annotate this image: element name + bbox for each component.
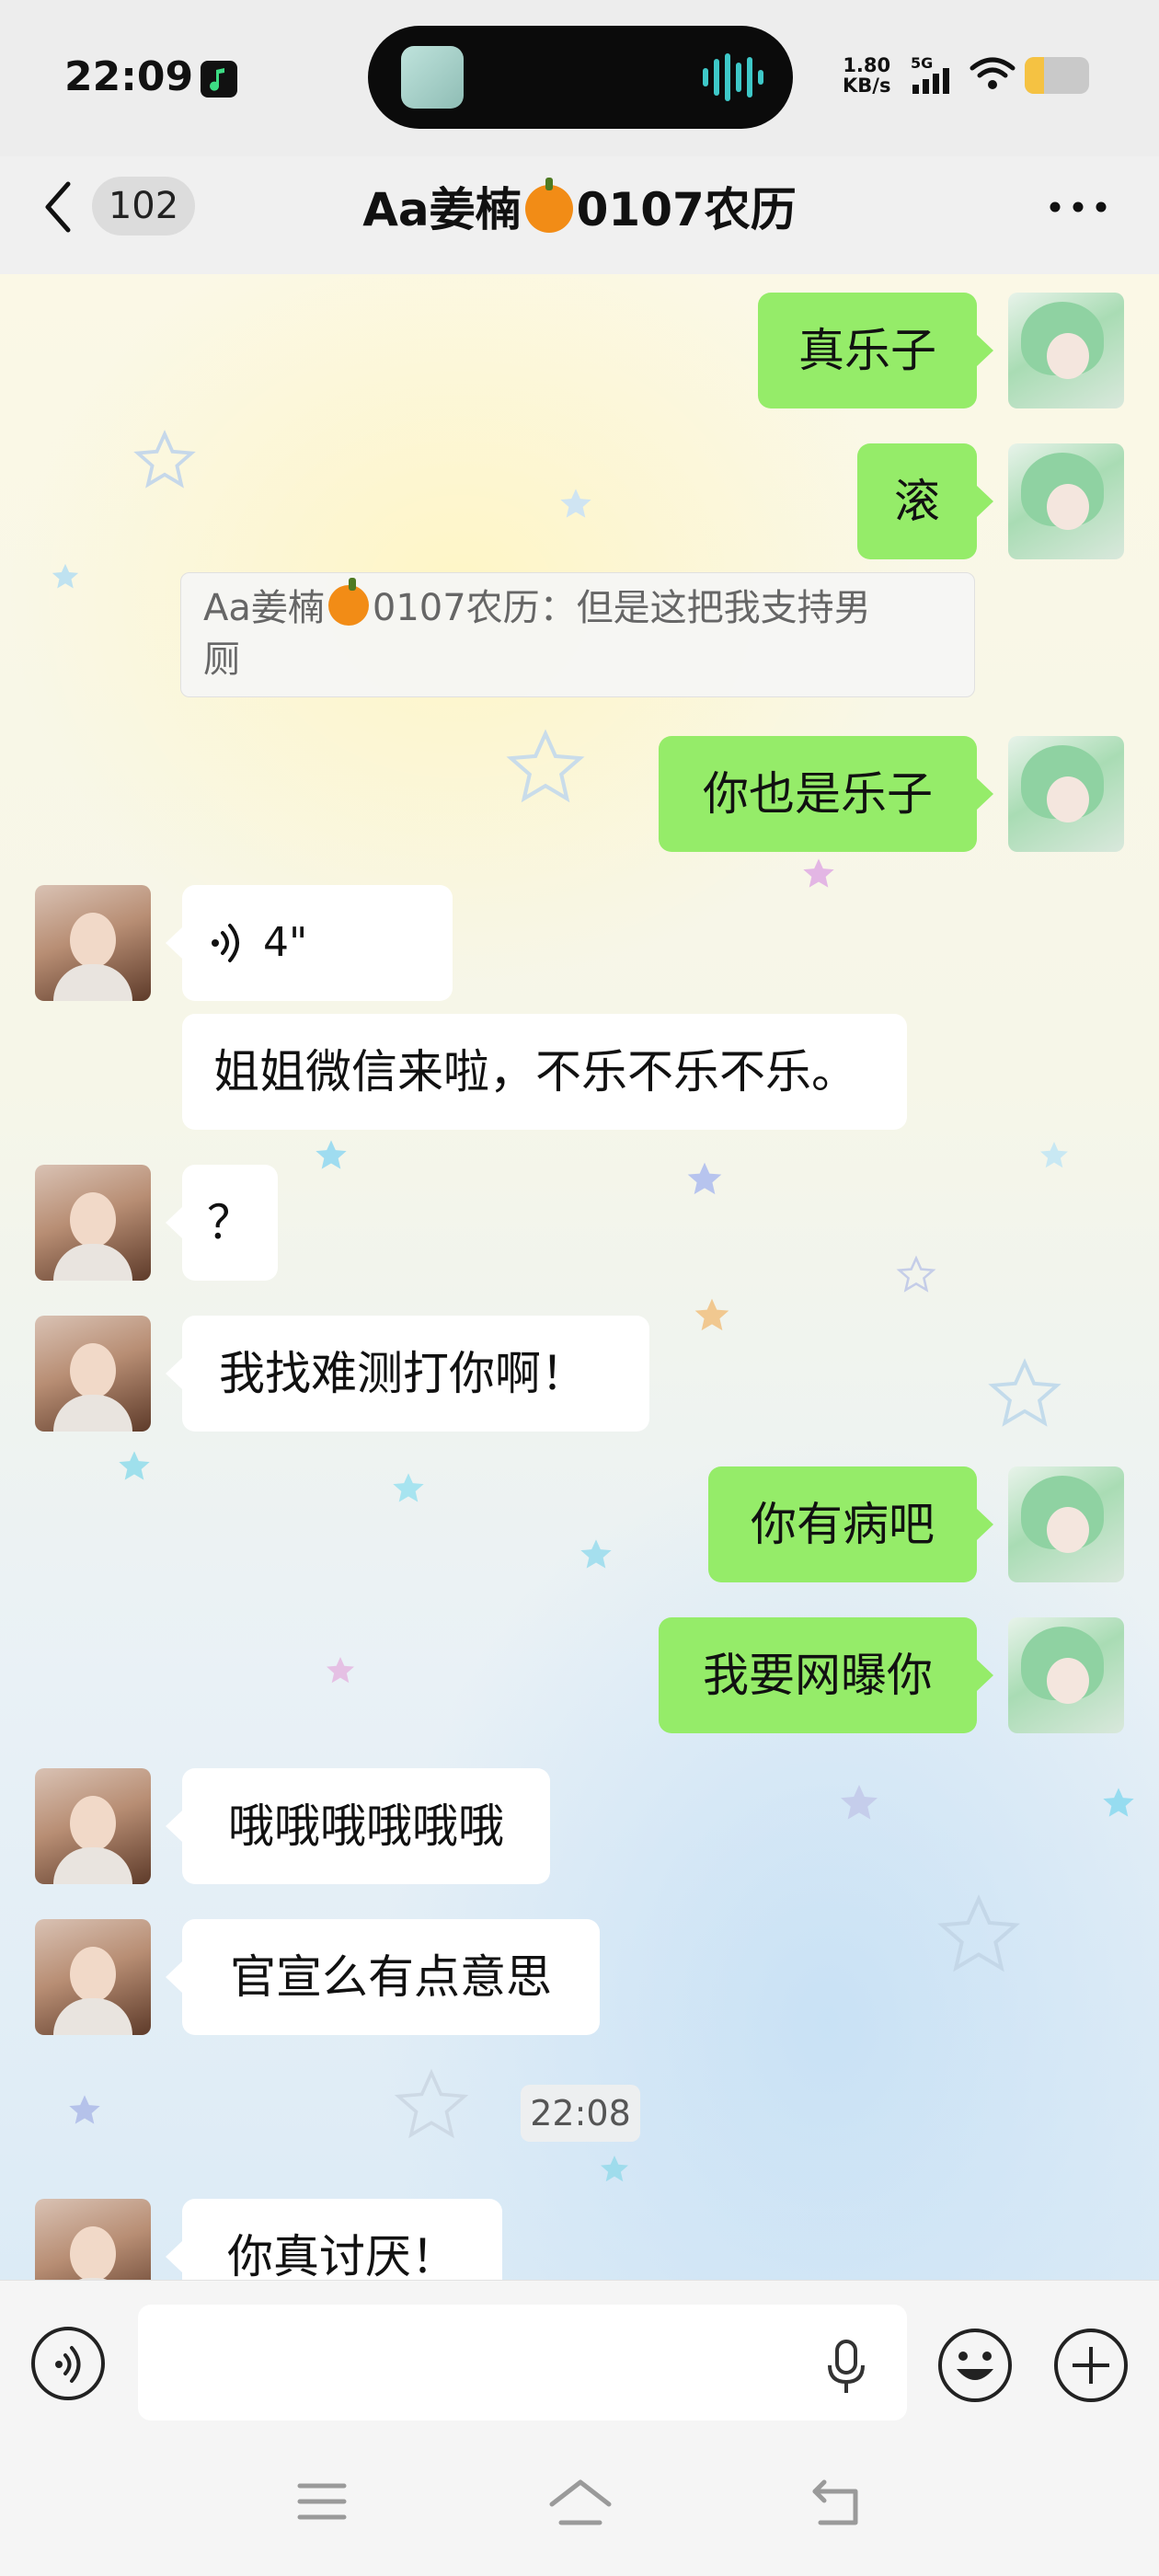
message-bubble-incoming[interactable]: ？: [166, 1165, 278, 1281]
star-decoration-icon: [601, 2156, 628, 2182]
wifi-icon: [970, 57, 1016, 89]
contact-avatar[interactable]: [35, 1768, 151, 1884]
star-decoration-icon: [896, 1255, 936, 1293]
my-avatar[interactable]: [1008, 1617, 1124, 1733]
star-decoration-icon: [119, 1451, 150, 1480]
menu-icon[interactable]: [296, 2478, 348, 2524]
star-decoration-icon: [937, 1894, 1020, 1972]
battery-icon: [1025, 57, 1089, 94]
star-decoration-icon: [694, 1298, 729, 1331]
star-decoration-icon: [393, 1473, 424, 1502]
message-bubble-outgoing[interactable]: 你也是乐子: [659, 736, 993, 852]
pumpkin-icon: [524, 178, 573, 233]
voice-icon: [55, 2346, 81, 2383]
message-bubble-incoming[interactable]: 哦哦哦哦哦哦: [166, 1768, 550, 1884]
audio-wave-icon: [703, 53, 763, 101]
contact-avatar[interactable]: [35, 885, 151, 1001]
star-decoration-icon: [988, 1358, 1061, 1427]
message-bubble-outgoing[interactable]: 滚: [857, 443, 993, 559]
star-decoration-icon: [803, 858, 834, 888]
media-thumbnail: [401, 46, 464, 109]
star-decoration-icon: [1040, 1142, 1068, 1168]
contact-avatar[interactable]: [35, 1919, 151, 2035]
message-input[interactable]: [138, 2305, 907, 2421]
star-decoration-icon: [560, 489, 591, 518]
status-bar: 22:09 1.80 KB/s 5G 102 Aa姜楠 0107农历: [0, 0, 1159, 236]
chat-title: Aa姜楠 0107农历: [362, 178, 797, 236]
star-decoration-icon: [316, 1140, 347, 1169]
voice-duration: 4": [263, 919, 308, 966]
music-app-icon: [201, 61, 237, 98]
message-bubble-outgoing[interactable]: 真乐子: [758, 293, 993, 408]
message-bubble-incoming[interactable]: 我找难测打你啊！: [166, 1316, 649, 1432]
star-decoration-icon: [580, 1539, 612, 1569]
voice-message-bubble[interactable]: 4": [166, 885, 453, 1001]
star-decoration-icon: [687, 1162, 722, 1195]
star-decoration-icon: [133, 430, 196, 489]
status-time: 22:09: [64, 53, 194, 100]
emoji-button[interactable]: [936, 2327, 1014, 2404]
svg-text:5G: 5G: [911, 54, 933, 72]
cellular-signal-icon: 5G: [911, 54, 949, 94]
back-nav-icon[interactable]: [811, 2478, 866, 2528]
message-bubble-outgoing[interactable]: 我要网曝你: [659, 1617, 993, 1733]
contact-avatar[interactable]: [35, 1316, 151, 1432]
star-decoration-icon: [394, 2068, 469, 2139]
home-icon[interactable]: [548, 2478, 613, 2528]
my-avatar[interactable]: [1008, 1466, 1124, 1582]
quoted-message[interactable]: Aa姜楠 0107农历：但是这把我支持男 厕: [180, 572, 975, 697]
pumpkin-icon: [327, 578, 369, 626]
more-functions-plus-button[interactable]: [1052, 2327, 1130, 2404]
microphone-icon[interactable]: [826, 2340, 866, 2395]
star-decoration-icon: [506, 729, 585, 803]
dynamic-island[interactable]: [368, 26, 793, 129]
contact-avatar[interactable]: [35, 1165, 151, 1281]
battery-level: [1025, 57, 1044, 94]
my-avatar[interactable]: [1008, 736, 1124, 852]
message-bubble-incoming[interactable]: 你真讨厌！: [166, 2199, 502, 2280]
message-bubble-incoming[interactable]: 官宣么有点意思: [166, 1919, 600, 2035]
voice-input-button[interactable]: [31, 2327, 105, 2400]
input-bar: [0, 2280, 1159, 2428]
star-decoration-icon: [1103, 1788, 1134, 1817]
message-timestamp: 22:08: [521, 2085, 640, 2142]
system-navigation-bar: [0, 2427, 1159, 2576]
contact-avatar[interactable]: [35, 2199, 151, 2280]
star-decoration-icon: [841, 1785, 878, 1820]
my-avatar[interactable]: [1008, 443, 1124, 559]
star-decoration-icon: [69, 2095, 100, 2124]
chat-history[interactable]: 真乐子 滚 Aa姜楠 0107农历：但是这把我支持男 厕 你也是乐子 4" 姐姐微…: [0, 274, 1159, 2280]
star-decoration-icon: [327, 1657, 354, 1684]
voice-wave-icon: [212, 924, 239, 962]
star-decoration-icon: [52, 563, 79, 589]
message-bubble-incoming[interactable]: 姐姐微信来啦，不乐不乐不乐。: [182, 1014, 907, 1130]
message-bubble-outgoing[interactable]: 你有病吧: [708, 1466, 993, 1582]
network-speed: 1.80 KB/s: [843, 54, 891, 97]
my-avatar[interactable]: [1008, 293, 1124, 408]
more-options-icon[interactable]: [1049, 201, 1107, 213]
